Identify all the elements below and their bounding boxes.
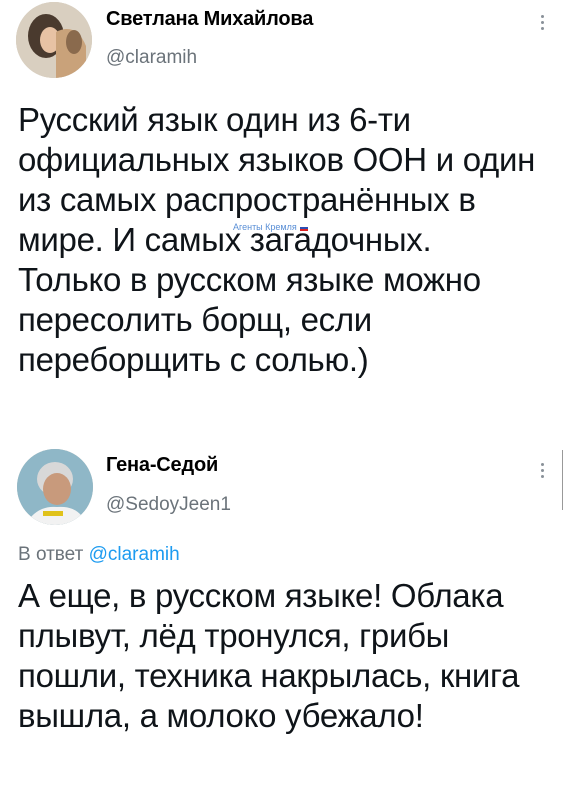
- watermark: Агенты Кремля: [233, 222, 308, 232]
- flag-icon: [299, 224, 308, 231]
- avatar[interactable]: [16, 2, 92, 78]
- watermark-text: Агенты Кремля: [233, 222, 297, 232]
- reply-handle-link[interactable]: @claramih: [89, 544, 180, 565]
- more-options-icon[interactable]: [539, 12, 545, 33]
- display-name[interactable]: Гена-Седой: [106, 454, 218, 477]
- user-handle[interactable]: @claramih: [106, 47, 197, 69]
- reply-tweet-card[interactable]: Гена-Седой @SedoyJeen1 В ответ @claramih…: [0, 440, 567, 800]
- user-handle[interactable]: @SedoyJeen1: [106, 494, 231, 516]
- avatar-image: [17, 449, 93, 525]
- reply-context: В ответ @claramih: [18, 544, 180, 566]
- more-options-icon[interactable]: [539, 460, 545, 481]
- display-name[interactable]: Светлана Михайлова: [106, 8, 313, 31]
- avatar[interactable]: [17, 449, 93, 525]
- avatar-image: [16, 2, 92, 78]
- tweet-card[interactable]: Светлана Михайлова @claramih Русский язы…: [0, 0, 567, 440]
- tweet-text: А еще, в русском языке! Облака плывут, л…: [18, 577, 520, 734]
- reply-prefix: В ответ: [18, 544, 84, 565]
- divider: [562, 450, 563, 510]
- tweet-text: Русский язык один из 6-ти официальных яз…: [18, 101, 536, 378]
